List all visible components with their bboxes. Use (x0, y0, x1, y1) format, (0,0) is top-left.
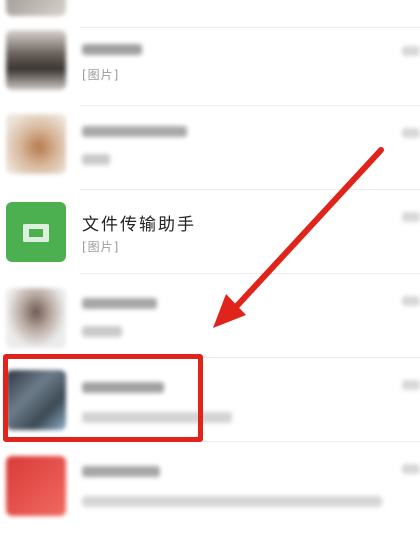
timestamp-blurred (402, 46, 420, 56)
timestamp-blurred (402, 212, 420, 222)
contact-avatar (6, 0, 66, 16)
contact-avatar (6, 114, 66, 174)
message-preview-blurred (82, 412, 232, 423)
contact-name-blurred (82, 44, 142, 55)
contact-name: 文件传输助手 (82, 215, 196, 235)
message-preview: [图片] (82, 240, 120, 254)
chat-list: [图片] 文件传输助手 [图片] (0, 0, 420, 542)
contact-avatar (6, 456, 66, 516)
contact-name-blurred (82, 126, 187, 137)
chat-row-highlighted[interactable] (0, 358, 420, 442)
folder-icon (23, 224, 49, 242)
message-preview-blurred (82, 154, 110, 165)
chat-row[interactable] (0, 274, 420, 358)
message-preview-blurred (82, 496, 382, 507)
timestamp-blurred (402, 380, 420, 390)
contact-name-blurred (82, 466, 160, 477)
message-preview: [图片] (82, 68, 120, 82)
chat-row[interactable] (0, 442, 420, 526)
chat-row[interactable]: [图片] (0, 22, 420, 106)
message-preview-blurred (82, 326, 122, 337)
contact-avatar (6, 30, 66, 90)
file-transfer-avatar (6, 202, 66, 262)
contact-avatar (6, 370, 66, 430)
contact-avatar (6, 288, 66, 348)
contact-name-blurred (82, 298, 157, 309)
chat-row[interactable] (0, 106, 420, 190)
timestamp-blurred (402, 296, 420, 306)
timestamp-blurred (402, 464, 420, 474)
chat-row-file-transfer[interactable]: 文件传输助手 [图片] (0, 190, 420, 274)
contact-name-blurred (82, 382, 164, 393)
timestamp-blurred (402, 128, 420, 138)
